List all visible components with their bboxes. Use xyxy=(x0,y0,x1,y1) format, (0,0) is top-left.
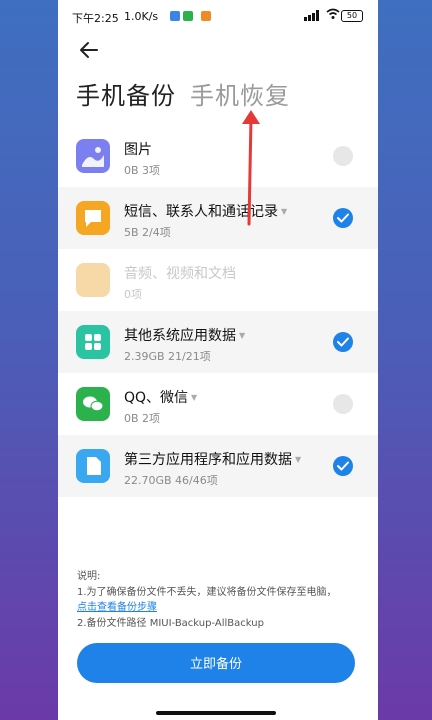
expand-caret-icon[interactable]: ▼ xyxy=(239,331,245,340)
wechat-icon xyxy=(76,387,110,421)
backup-item-row[interactable]: 短信、联系人和通话记录 ▼ 5B 2/4项 xyxy=(58,187,378,249)
expand-caret-icon[interactable]: ▼ xyxy=(295,455,301,464)
apps-grid-icon xyxy=(76,325,110,359)
network-speed: 1.0K/s xyxy=(124,10,159,23)
backup-item-row[interactable]: 图片 0B 3项 xyxy=(58,125,378,187)
backup-item-row[interactable]: 第三方应用程序和应用数据 ▼ 22.70GB 46/46项 xyxy=(58,435,378,497)
notif-wechat-icon xyxy=(183,11,193,21)
item-detail: 2.39GB 21/21项 xyxy=(124,350,211,363)
item-title-text: QQ、微信 xyxy=(124,390,189,406)
backup-item-row[interactable]: 其他系统应用数据 ▼ 2.39GB 21/21项 xyxy=(58,311,378,373)
status-bar: 下午2:25 1.0K/s 50 xyxy=(58,0,378,34)
notes-heading: 说明: xyxy=(77,571,101,582)
expand-caret-icon[interactable]: ▼ xyxy=(281,207,287,216)
status-time: 下午2:25 xyxy=(72,12,119,25)
item-detail: 0B 2项 xyxy=(124,412,161,425)
item-detail: 0B 3项 xyxy=(124,164,161,177)
checkbox-unchecked-icon[interactable] xyxy=(333,394,353,414)
phone-screen: 下午2:25 1.0K/s 50 手机备份 手机恢复 图片 0B 3项 短信、联系人和… xyxy=(58,0,378,720)
folder-icon xyxy=(76,263,110,297)
back-arrow-icon[interactable] xyxy=(78,39,100,61)
notif-mi-icon xyxy=(201,11,211,21)
backup-item-row: 音频、视频和文档 0项 xyxy=(58,249,378,311)
backup-now-button[interactable]: 立即备份 xyxy=(77,643,355,683)
item-detail: 22.70GB 46/46项 xyxy=(124,474,218,487)
item-title: 音频、视频和文档 xyxy=(124,263,236,283)
document-icon xyxy=(76,449,110,483)
item-title-text: 第三方应用程序和应用数据 xyxy=(124,452,292,468)
battery-icon: 50 xyxy=(341,10,363,22)
checkbox-checked-icon[interactable] xyxy=(333,332,353,352)
item-title-text: 其他系统应用数据 xyxy=(124,328,236,344)
photos-icon xyxy=(76,139,110,173)
notes-line-1: 1.为了确保备份文件不丢失，建议将备份文件保存至电脑， xyxy=(77,586,337,598)
item-detail: 0项 xyxy=(124,288,142,301)
item-title: 其他系统应用数据 ▼ xyxy=(124,325,245,345)
backup-item-row[interactable]: QQ、微信 ▼ 0B 2项 xyxy=(58,373,378,435)
backup-notes: 说明: 1.为了确保备份文件不丢失，建议将备份文件保存至电脑， 点击查看备份步骤… xyxy=(77,569,367,631)
tab-restore[interactable]: 手机恢复 xyxy=(190,82,290,110)
item-title: QQ、微信 ▼ xyxy=(124,387,197,407)
notes-line-2: 2.备份文件路径 MIUI-Backup-AllBackup xyxy=(77,617,264,629)
expand-caret-icon[interactable]: ▼ xyxy=(191,393,197,402)
notif-app-icon xyxy=(170,11,180,21)
annotation-arrow-icon xyxy=(242,110,260,226)
tab-backup[interactable]: 手机备份 xyxy=(76,82,176,110)
backup-steps-link[interactable]: 点击查看备份步骤 xyxy=(77,600,367,616)
messages-icon xyxy=(76,201,110,235)
item-title-text: 图片 xyxy=(124,142,152,158)
checkbox-checked-icon[interactable] xyxy=(333,456,353,476)
wifi-icon xyxy=(326,8,340,23)
checkbox-checked-icon[interactable] xyxy=(333,208,353,228)
tab-bar: 手机备份 手机恢复 xyxy=(76,76,290,111)
item-title: 图片 xyxy=(124,139,152,159)
item-title: 第三方应用程序和应用数据 ▼ xyxy=(124,449,301,469)
home-indicator[interactable] xyxy=(156,711,276,715)
checkbox-unchecked-icon[interactable] xyxy=(333,146,353,166)
item-title-text: 音频、视频和文档 xyxy=(124,266,236,282)
item-detail: 5B 2/4项 xyxy=(124,226,171,239)
signal-icon xyxy=(304,10,320,24)
